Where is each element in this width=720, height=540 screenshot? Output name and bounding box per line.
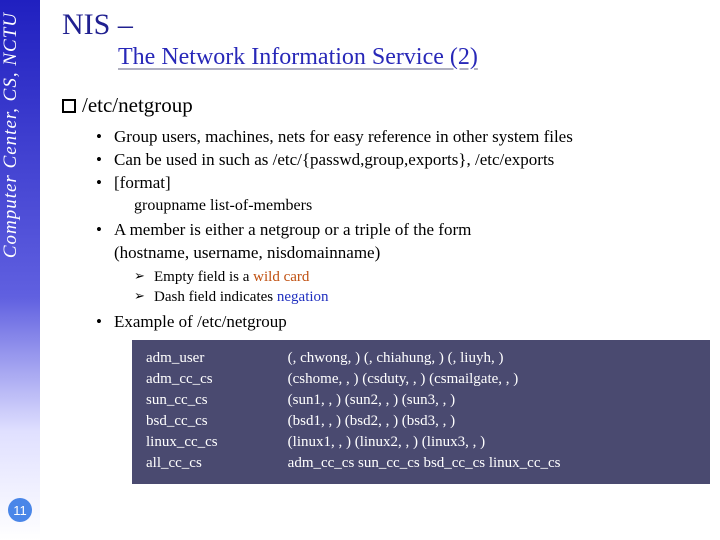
slide-subtitle: The Network Information Service (2) bbox=[118, 44, 708, 71]
sidebar-label: Computer Center, CS, NCTU bbox=[0, 6, 40, 258]
arrow-item: Dash field indicates negation bbox=[134, 287, 708, 307]
title-main: NIS bbox=[62, 8, 110, 41]
bullet-list: Group users, machines, nets for easy ref… bbox=[96, 126, 708, 195]
square-bullet-icon bbox=[62, 99, 76, 113]
slide-content: NIS – The Network Information Service (2… bbox=[62, 8, 708, 484]
format-code: groupname list-of-members bbox=[134, 197, 708, 215]
bullet-item: A member is either a netgroup or a tripl… bbox=[96, 219, 708, 265]
bullet-item: Group users, machines, nets for easy ref… bbox=[96, 126, 708, 149]
title-dash: – bbox=[110, 8, 133, 41]
negation-em: negation bbox=[277, 289, 329, 305]
bullet-list-2: A member is either a netgroup or a tripl… bbox=[96, 219, 708, 265]
example-code-box: adm_user adm_cc_cs sun_cc_cs bsd_cc_cs l… bbox=[132, 340, 710, 484]
slide-number-badge: 11 bbox=[8, 498, 32, 522]
section-heading: /etc/netgroup bbox=[62, 93, 708, 118]
arrow-text: Empty field is a bbox=[154, 269, 253, 285]
bullet-text-line2: (hostname, username, nisdomainname) bbox=[114, 243, 380, 262]
slide-title: NIS – bbox=[62, 8, 708, 42]
bullet-list-3: Example of /etc/netgroup bbox=[96, 311, 708, 334]
bullet-item: Can be used in such as /etc/{passwd,grou… bbox=[96, 149, 708, 172]
bullet-text-line1: A member is either a netgroup or a tripl… bbox=[114, 220, 471, 239]
arrow-item: Empty field is a wild card bbox=[134, 267, 708, 287]
example-col-names: adm_user adm_cc_cs sun_cc_cs bsd_cc_cs l… bbox=[146, 348, 218, 474]
wild-card-em: wild card bbox=[253, 269, 309, 285]
bullet-item: Example of /etc/netgroup bbox=[96, 311, 708, 334]
bullet-item: [format] bbox=[96, 172, 708, 195]
arrow-list: Empty field is a wild card Dash field in… bbox=[134, 267, 708, 308]
arrow-text: Dash field indicates bbox=[154, 289, 277, 305]
section-heading-text: /etc/netgroup bbox=[82, 93, 193, 117]
example-col-values: (, chwong, ) (, chiahung, ) (, liuyh, ) … bbox=[288, 348, 561, 474]
